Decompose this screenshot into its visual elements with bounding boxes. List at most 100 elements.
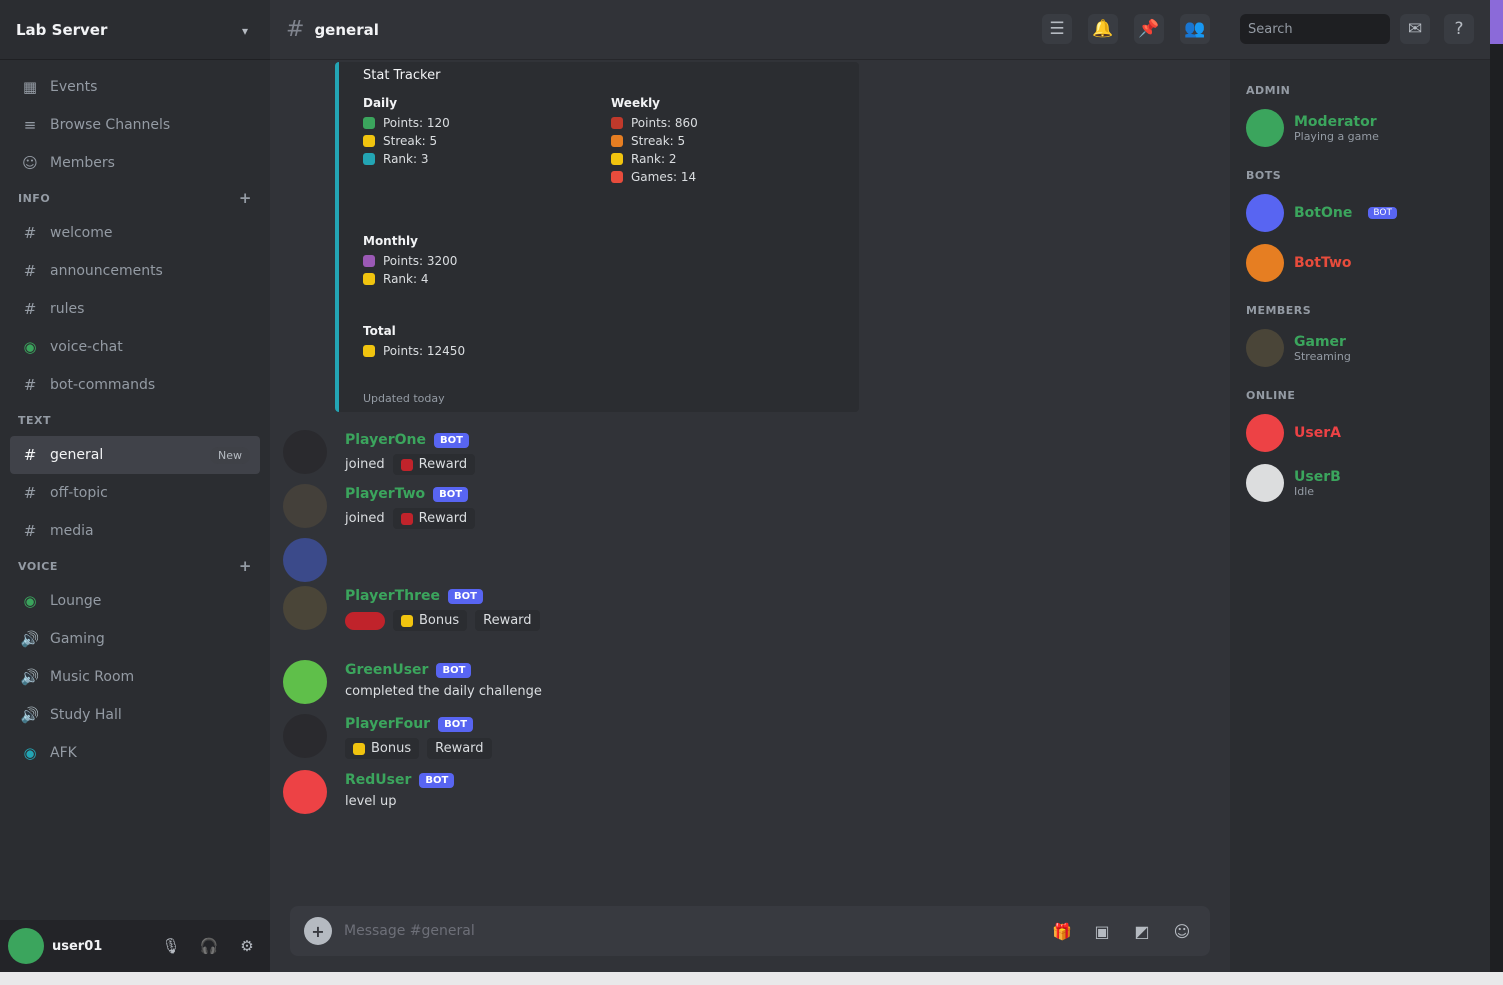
server-header[interactable]: Lab Server ▾ <box>0 0 270 60</box>
member-item[interactable]: BotOne BOT <box>1238 188 1482 238</box>
emoji-icon[interactable]: ☺ <box>1168 917 1196 945</box>
nav-members[interactable]: ☺ Members <box>10 144 260 182</box>
channel-item[interactable]: # off-topic <box>10 474 260 512</box>
hash-icon: # <box>286 17 305 42</box>
member-name: BotOne <box>1294 205 1353 221</box>
search-input[interactable]: Search <box>1240 14 1390 44</box>
channel-item[interactable]: ◉ voice-chat <box>10 328 260 366</box>
avatar <box>1246 244 1284 282</box>
voice-channel-item[interactable]: 🔊 Study Hall <box>10 696 260 734</box>
status-dot <box>363 153 375 165</box>
bell-icon[interactable]: 🔔 <box>1088 14 1118 44</box>
message-author[interactable]: PlayerOne <box>345 432 426 448</box>
voice-channel-item[interactable]: 🔊 Music Room <box>10 658 260 696</box>
avatar[interactable] <box>8 928 44 964</box>
voice-channel-item[interactable]: ◉ Lounge <box>10 582 260 620</box>
channel-item[interactable]: # announcements <box>10 252 260 290</box>
member-item[interactable]: UserB Idle <box>1238 458 1482 508</box>
gif-icon[interactable]: ▣ <box>1088 917 1116 945</box>
members-list-icon[interactable]: 👥 <box>1180 14 1210 44</box>
status-dot <box>611 171 623 183</box>
member-item[interactable]: UserA <box>1238 408 1482 458</box>
embed-field: Weekly Points: 860 Streak: 5 Rank: 2 Gam… <box>611 96 698 188</box>
channel-item-selected[interactable]: # general New <box>10 436 260 474</box>
avatar[interactable] <box>283 538 327 582</box>
channel-item[interactable]: # welcome <box>10 214 260 252</box>
nav-label: Members <box>50 155 115 171</box>
calendar-icon: ▦ <box>22 78 38 96</box>
bot-badge: BOT <box>433 486 469 502</box>
message: PlayerTwo BOT joined Reward <box>283 484 1183 536</box>
microphone-icon[interactable]: 🎙 <box>156 931 186 961</box>
field-title: Weekly <box>611 96 661 110</box>
inbox-icon[interactable]: ✉ <box>1400 14 1430 44</box>
reward-chip[interactable]: Reward <box>392 508 476 529</box>
avatar[interactable] <box>283 714 327 758</box>
channel-item[interactable]: # bot-commands <box>10 366 260 404</box>
status-dot <box>611 117 623 129</box>
bonus-chip[interactable]: Bonus <box>393 610 468 631</box>
avatar[interactable] <box>283 586 327 630</box>
avatar[interactable] <box>283 484 327 528</box>
channel-item[interactable]: # media <box>10 512 260 550</box>
message-author[interactable]: PlayerFour <box>345 716 430 732</box>
field-line: Streak: 5 <box>383 134 438 148</box>
channel-label: bot-commands <box>50 377 156 393</box>
member-item[interactable]: Moderator Playing a game <box>1238 103 1482 153</box>
reward-chip[interactable]: Reward <box>427 738 492 759</box>
category-header[interactable]: Text <box>10 404 260 436</box>
chip-label: Reward <box>483 613 532 628</box>
add-channel-icon[interactable]: + <box>239 557 252 575</box>
avatar <box>1246 329 1284 367</box>
avatar[interactable] <box>283 430 327 474</box>
message-text: Bonus <box>371 741 412 756</box>
member-item[interactable]: BotTwo <box>1238 238 1482 288</box>
member-name: Moderator <box>1294 113 1377 130</box>
message-author[interactable]: GreenUser <box>345 662 428 678</box>
field-line: Rank: 4 <box>383 272 429 286</box>
server-name: Lab Server <box>16 20 108 39</box>
status-dot <box>363 345 375 357</box>
add-channel-icon[interactable]: + <box>239 189 252 207</box>
voice-channel-item[interactable]: ◉ AFK <box>10 734 260 772</box>
message-author[interactable]: RedUser <box>345 772 411 788</box>
bot-badge: BOT <box>438 716 474 732</box>
field-line: Points: 3200 <box>383 254 458 268</box>
reward-chip[interactable]: Reward <box>475 610 540 631</box>
nav-browse[interactable]: ≡ Browse Channels <box>10 106 260 144</box>
gear-icon[interactable]: ⚙ <box>232 931 262 961</box>
channel-item[interactable]: # rules <box>10 290 260 328</box>
nav-events[interactable]: ▦ Events <box>10 68 260 106</box>
threads-icon[interactable]: ☰ <box>1042 14 1072 44</box>
channel-label: media <box>50 523 94 539</box>
reward-chip[interactable]: Reward <box>392 454 476 475</box>
avatar[interactable] <box>283 770 327 814</box>
channel-label: Gaming <box>50 631 105 647</box>
help-icon[interactable]: ? <box>1444 14 1474 44</box>
gift-icon[interactable]: 🎁 <box>1048 917 1076 945</box>
voice-channel-item[interactable]: 🔊 Gaming <box>10 620 260 658</box>
coin-icon <box>401 614 413 627</box>
member-item[interactable]: Gamer Streaming <box>1238 323 1482 373</box>
message-author[interactable]: PlayerThree <box>345 588 440 604</box>
coin-icon <box>353 742 365 755</box>
stats-embed: Stat Tracker Daily Points: 120 Streak: 5… <box>335 62 859 412</box>
avatar <box>1246 109 1284 147</box>
category-name: Text <box>18 413 52 427</box>
bonus-chip[interactable]: Bonus <box>345 738 420 759</box>
avatar[interactable] <box>283 660 327 704</box>
sticker-icon[interactable]: ◩ <box>1128 917 1156 945</box>
add-attachment-icon[interactable]: + <box>304 917 332 945</box>
nav-label: Events <box>50 79 98 95</box>
pin-icon[interactable]: 📌 <box>1134 14 1164 44</box>
bot-badge: BOT <box>433 432 469 448</box>
category-header[interactable]: Info + <box>10 182 260 214</box>
member-activity: Playing a game <box>1294 129 1379 143</box>
bot-badge: BOT <box>419 772 455 788</box>
message-author[interactable]: PlayerTwo <box>345 486 425 502</box>
category-header[interactable]: Voice + <box>10 550 260 582</box>
message-composer[interactable]: + Message #general 🎁 ▣ ◩ ☺ <box>290 906 1210 956</box>
embed-field: Monthly Points: 3200 Rank: 4 <box>363 234 457 290</box>
user-panel: user01 🎙 🎧 ⚙ <box>0 920 270 972</box>
headphones-icon[interactable]: 🎧 <box>194 931 224 961</box>
